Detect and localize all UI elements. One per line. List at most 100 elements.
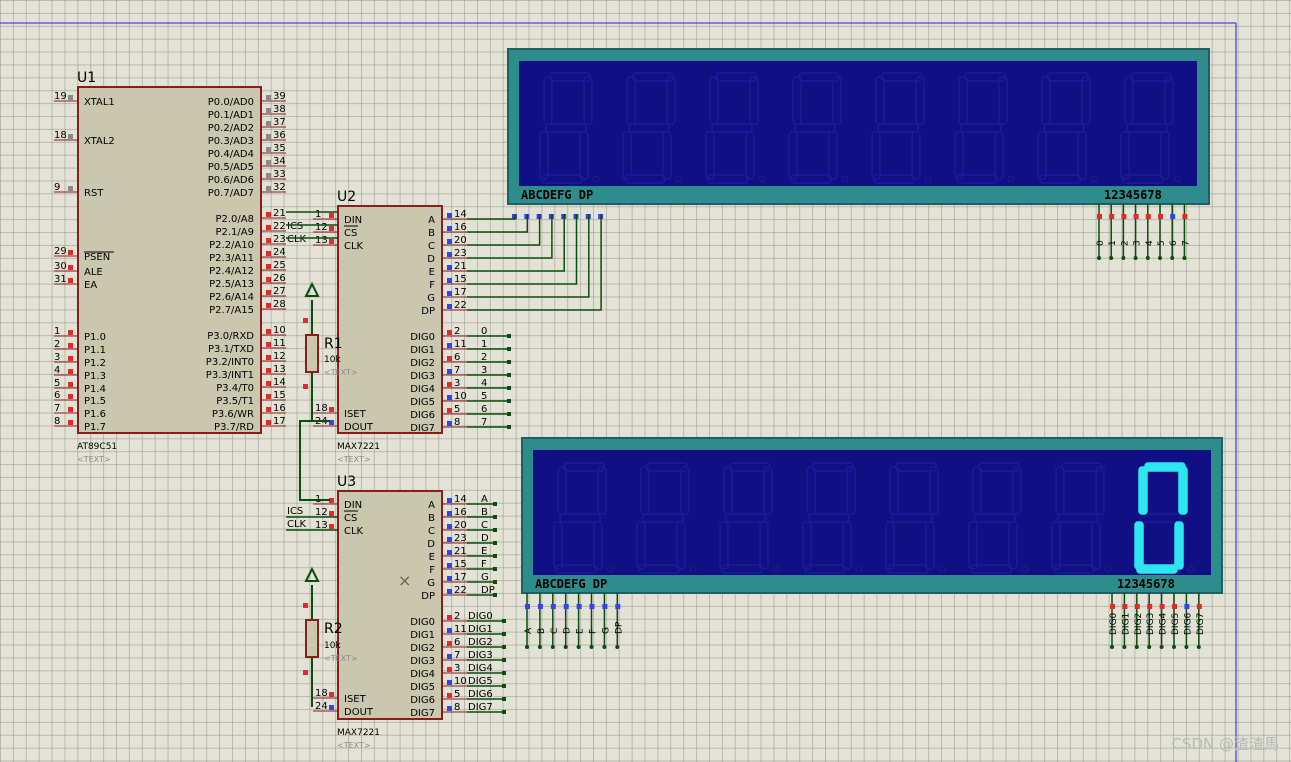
u3-pin-number: 2 <box>454 611 460 622</box>
u3-seg-net-label: D <box>481 533 489 544</box>
u1-pin-end <box>68 407 73 412</box>
u1-pin-number: 22 <box>273 221 286 232</box>
u1-pin-number: 7 <box>54 403 60 414</box>
display-2-pins: A B C D E F G DP DIG0 DIG1 DIG2 DIG3 DIG4 DIG5 DIG6 DIG… <box>524 593 1206 649</box>
u2-pin-number: 13 <box>315 235 328 246</box>
display-2-dig-node <box>1134 645 1139 649</box>
display-1-dig-pin <box>1121 214 1127 219</box>
u1-pin-end <box>266 303 271 308</box>
display-2-seg-node <box>550 645 555 649</box>
u1-pin-number: 33 <box>273 169 286 180</box>
wire-end <box>502 658 506 662</box>
wire-end <box>493 515 497 519</box>
u1-pin-name: P0.4/AD4 <box>208 149 254 160</box>
u2-pin-name: A <box>428 215 435 226</box>
display-2-seg-pin <box>602 604 608 609</box>
u1-pin-number: 24 <box>273 247 286 258</box>
u1-pin-name: P2.4/A12 <box>209 266 254 277</box>
u1-pin-end <box>68 330 73 335</box>
u1-pin-number: 32 <box>273 182 286 193</box>
u3-pin-number: 18 <box>315 688 328 699</box>
display-2-dig-node <box>1147 645 1152 649</box>
display-2-dig-pin <box>1196 604 1202 609</box>
u2-pin-number: 17 <box>454 287 467 298</box>
u3-pin-end <box>447 628 452 633</box>
u2-pin-name: F <box>429 280 435 291</box>
display-2-seg-node <box>576 645 581 649</box>
display-2-dig-node <box>1172 645 1176 649</box>
u2-pin-name: D <box>427 254 435 265</box>
u1-pin-name: P3.5/T1 <box>216 396 254 407</box>
r2-ref: R2 <box>324 621 343 637</box>
u2-pin-number: 14 <box>454 209 467 220</box>
u2-pin-end <box>447 265 452 270</box>
u2-pin-end <box>447 226 452 231</box>
u3-pin-end <box>447 498 452 503</box>
display-2-seg-net-label: E <box>576 628 586 634</box>
u3-dig-net-label: DIG1 <box>468 624 493 635</box>
u2-pin-name: DP <box>421 306 435 317</box>
u1-pin-name: P0.7/AD7 <box>208 188 254 199</box>
u1-pin-name: P1.6 <box>84 409 106 420</box>
u1-pin-number: 11 <box>273 338 286 349</box>
u1-pin-name: ALE <box>84 267 103 278</box>
u1-pin-name: P1.2 <box>84 358 106 369</box>
display-2-seg-pin <box>550 604 556 609</box>
display-2-dig-pin <box>1147 604 1153 609</box>
wire-end <box>493 554 497 558</box>
u1-pin-end <box>266 277 271 282</box>
u1-pin-end <box>68 343 73 348</box>
wire-end <box>507 347 511 351</box>
u3-pin-name: CLK <box>344 526 364 537</box>
u3-pin-number: 20 <box>454 520 467 531</box>
u1-pin-end <box>266 225 271 230</box>
r1-body <box>305 334 319 373</box>
wire-end <box>507 360 511 364</box>
u2-pin-name: DIG6 <box>410 410 435 421</box>
display-2-dig-pin <box>1159 604 1165 609</box>
u1-pin-number: 13 <box>273 364 286 375</box>
u2-pin-end <box>447 330 452 335</box>
r1-pin <box>303 318 308 323</box>
display-1-dig-node <box>1097 256 1101 260</box>
r2-value: 10k <box>324 641 341 651</box>
u3-pin-name: DIG1 <box>410 630 435 641</box>
u3-pin-name: DP <box>421 591 435 602</box>
u1-pin-number: 5 <box>54 378 60 389</box>
u3-seg-net-label: DP <box>481 585 495 596</box>
display-1-dig-node <box>1121 256 1126 260</box>
u1-pin-number: 19 <box>54 91 67 102</box>
segment-wire <box>467 214 565 272</box>
u1-pin-number: 3 <box>54 352 60 363</box>
display-2-seg-label: ABCDEFG DP <box>535 577 607 591</box>
u1-pin-end <box>266 173 271 178</box>
watermark: CSDN @渣渣馬 <box>1171 735 1279 753</box>
u2-pin-number: 10 <box>454 391 467 402</box>
display-2-seg-pin <box>589 604 595 609</box>
display-1-dig-node <box>1109 256 1114 260</box>
u1-pin-end <box>266 381 271 386</box>
u1-pin-name: XTAL2 <box>84 136 115 147</box>
u2-dig-net-label: 7 <box>481 417 487 428</box>
u1-chip[interactable]: U1 AT89C51 <TEXT> 19XTAL118XTAL29RST29PS… <box>54 70 307 464</box>
u1-pin-end <box>266 264 271 269</box>
u3-chip[interactable]: U3 MAX7221 <TEXT> × 1DIN12CS13CLK18ISET2… <box>313 474 467 750</box>
cross-marker: × <box>398 571 411 590</box>
u2-pin-number: 20 <box>454 235 467 246</box>
u3-seg-net-label: A <box>481 494 488 505</box>
u2-pin-number: 7 <box>454 365 460 376</box>
u2-pin-name: DIG1 <box>410 345 435 356</box>
display-1[interactable]: ABCDEFG DP 12345678 01234567 <box>507 48 1210 260</box>
display-2[interactable]: ABCDEFG DP 12345678 A B C D E F G DP DIG0 DIG1 DIG… <box>521 437 1223 649</box>
u1-pin-end <box>68 134 73 139</box>
display-2-dig-node <box>1159 645 1164 649</box>
u2-chip[interactable]: U2 MAX7221 <TEXT> 1DIN12CS13CLK18ISET24D… <box>313 189 467 464</box>
u2-pin-end <box>447 356 452 361</box>
u3-pin-name: DIG4 <box>410 669 435 680</box>
display-1-pins: 01234567 <box>512 204 1191 260</box>
u1-pin-end <box>266 186 271 191</box>
display-2-dig-node <box>1110 645 1114 649</box>
display-2-dig-node <box>1196 645 1201 649</box>
segment-wire <box>467 214 516 220</box>
r2-power-arrow <box>304 566 320 582</box>
